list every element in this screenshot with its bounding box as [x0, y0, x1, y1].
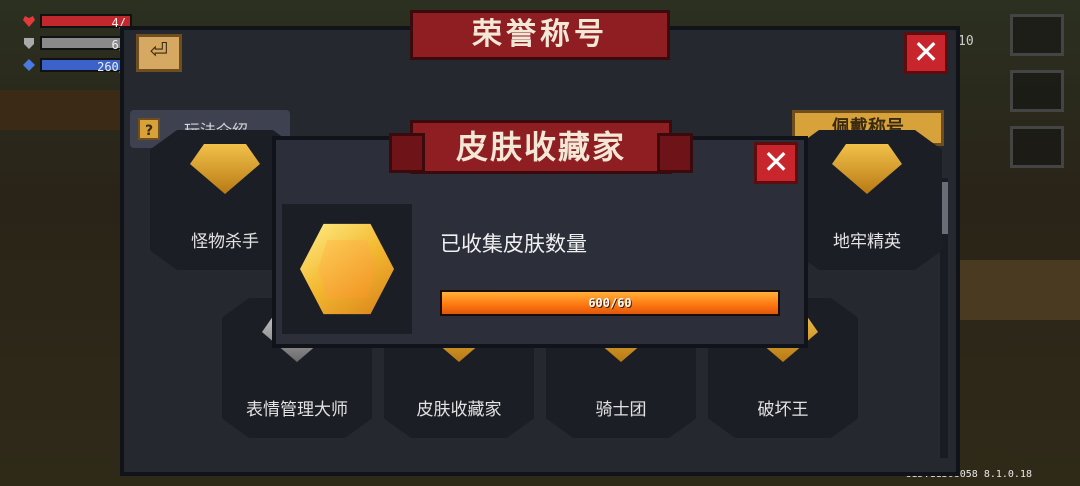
title-label: 皮肤收藏家: [416, 400, 502, 420]
title-card[interactable]: 地牢精英: [792, 130, 942, 270]
skin-collector-badge: [282, 204, 412, 334]
title-label: 骑士团: [595, 400, 647, 420]
progress-text: 600/60: [588, 296, 632, 310]
shield-icon: [24, 38, 34, 49]
pause-button[interactable]: [1010, 14, 1064, 56]
panel-title-banner: 荣誉称号: [389, 10, 691, 60]
hp-bar: 4/: [40, 14, 132, 30]
right-side-buttons: [1010, 14, 1068, 182]
title-label: 表情管理大师: [246, 400, 348, 420]
armor-bar: 6/: [40, 36, 132, 52]
heart-icon: [23, 16, 35, 27]
scene-decoration: [960, 260, 1080, 320]
close-panel-button[interactable]: ✕: [904, 32, 948, 74]
scene-decoration: [0, 90, 120, 130]
shop-button[interactable]: [1010, 70, 1064, 112]
top-counter: 10: [958, 34, 974, 49]
energy-icon: [23, 59, 35, 71]
energy-bar: 260/: [40, 58, 132, 74]
collection-progress-bar: 600/60: [440, 290, 780, 316]
profile-button[interactable]: [1010, 126, 1064, 168]
title-label: 地牢精英: [833, 232, 901, 252]
title-label: 破坏王: [757, 400, 809, 420]
popup-title-banner: 皮肤收藏家: [389, 120, 693, 174]
popup-description: 已收集皮肤数量: [440, 232, 587, 256]
back-button[interactable]: ⏎: [136, 34, 182, 72]
close-popup-button[interactable]: ✕: [754, 142, 798, 184]
player-stats-hud: 4/ 6/ 260/: [22, 12, 132, 78]
